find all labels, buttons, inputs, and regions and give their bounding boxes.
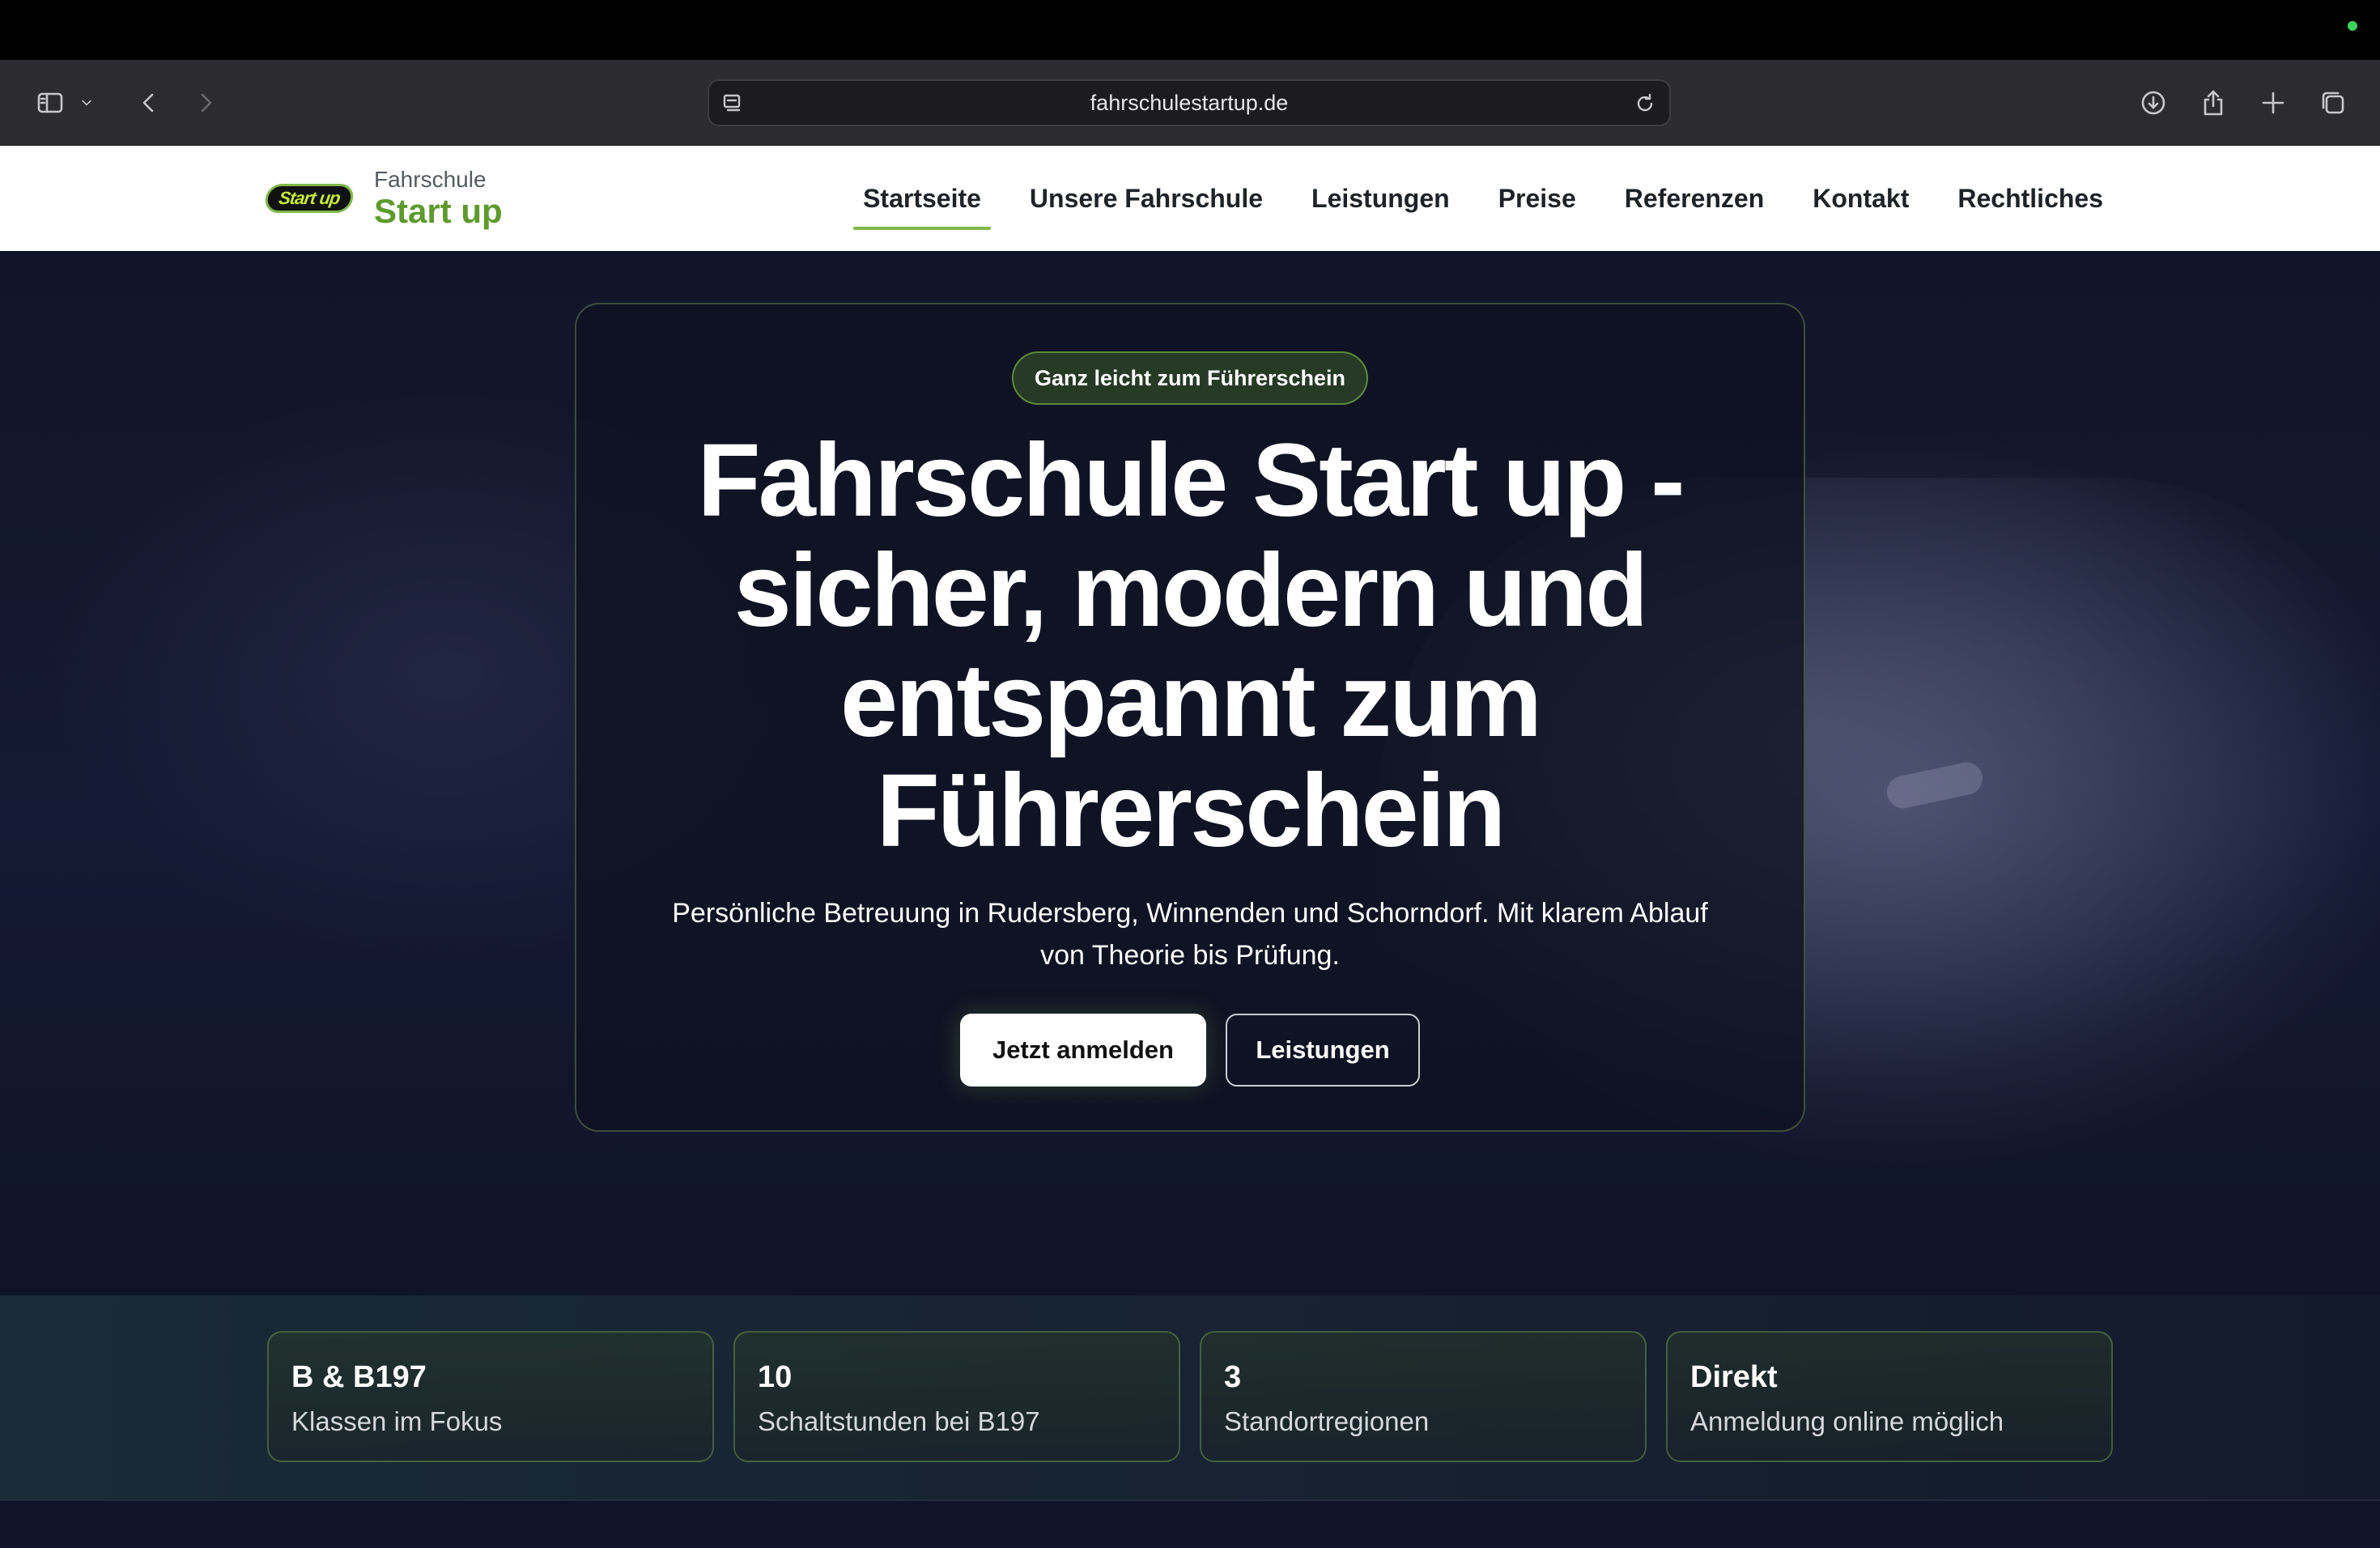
nav-referenzen[interactable]: Referenzen — [1615, 146, 1774, 251]
share-icon[interactable] — [2192, 82, 2234, 124]
camera-indicator-icon — [2348, 21, 2357, 31]
stat-card-online-registration: Direkt Anmeldung online möglich — [1666, 1331, 2113, 1462]
nav-startseite[interactable]: Startseite — [853, 146, 991, 251]
logo-badge-text: Start up — [277, 188, 342, 208]
downloads-icon[interactable] — [2132, 82, 2174, 124]
browser-toolbar: fahrschulestartup.de — [0, 60, 2380, 146]
nav-rechtliches[interactable]: Rechtliches — [1948, 146, 2113, 251]
services-button[interactable]: Leistungen — [1226, 1014, 1420, 1087]
screen: fahrschulestartup.de Start up Fahrschule… — [0, 0, 2380, 1548]
hero-title: Fahrschule Start up - sicher, modern und… — [697, 423, 1685, 869]
new-tab-icon[interactable] — [2252, 82, 2294, 124]
reload-icon[interactable] — [1632, 91, 1658, 117]
stat-label: Schaltstunden bei B197 — [758, 1406, 1040, 1436]
site-logo[interactable]: Start up Fahrschule Start up — [263, 168, 503, 228]
forward-icon[interactable] — [185, 82, 227, 124]
stat-card-shift-lessons: 10 Schaltstunden bei B197 — [733, 1331, 1180, 1462]
next-section-edge — [0, 1499, 2380, 1548]
site-header: Start up Fahrschule Start up Startseite … — [0, 146, 2380, 251]
stat-card-classes: B & B197 Klassen im Fokus — [267, 1331, 714, 1462]
register-button[interactable]: Jetzt anmelden — [960, 1014, 1206, 1087]
hero-tag: Ganz leicht zum Führerschein — [1011, 351, 1369, 405]
hero-button-row: Jetzt anmelden Leistungen — [576, 1014, 1804, 1087]
nav-preise[interactable]: Preise — [1489, 146, 1586, 251]
nav-leistungen[interactable]: Leistungen — [1302, 146, 1460, 251]
nav-unsere-fahrschule[interactable]: Unsere Fahrschule — [1020, 146, 1273, 251]
stats-section: B & B197 Klassen im Fokus 10 Schaltstund… — [0, 1295, 2380, 1499]
stat-value: Direkt — [1690, 1360, 1778, 1394]
stat-value: 3 — [1224, 1360, 1242, 1394]
system-menubar — [0, 0, 2380, 60]
logo-big-text: Start up — [374, 192, 503, 230]
sidebar-toggle-icon[interactable] — [29, 82, 71, 124]
url-text: fahrschulestartup.de — [1090, 90, 1289, 115]
hero-card: Ganz leicht zum Führerschein Fahrschule … — [575, 303, 1805, 1132]
stat-label: Anmeldung online möglich — [1690, 1406, 2004, 1436]
chevron-down-icon[interactable] — [73, 82, 100, 124]
stat-value: 10 — [758, 1360, 793, 1394]
tab-overview-icon[interactable] — [2312, 82, 2354, 124]
page-menu-icon[interactable] — [720, 91, 746, 117]
nav-kontakt[interactable]: Kontakt — [1803, 146, 1919, 251]
stat-label: Standortregionen — [1224, 1406, 1430, 1436]
stat-label: Klassen im Fokus — [291, 1406, 503, 1436]
logo-small-text: Fahrschule — [374, 167, 487, 192]
stat-value: B & B197 — [291, 1360, 427, 1394]
back-icon[interactable] — [128, 82, 170, 124]
logo-text: Fahrschule Start up — [374, 168, 503, 228]
address-bar[interactable]: fahrschulestartup.de — [708, 79, 1671, 126]
logo-badge: Start up — [263, 184, 355, 213]
main-navigation: Startseite Unsere Fahrschule Leistungen … — [824, 146, 2113, 251]
stat-card-regions: 3 Standortregionen — [1200, 1331, 1647, 1462]
hero-subtitle: Persönliche Betreuung in Rudersberg, Win… — [672, 898, 1708, 971]
